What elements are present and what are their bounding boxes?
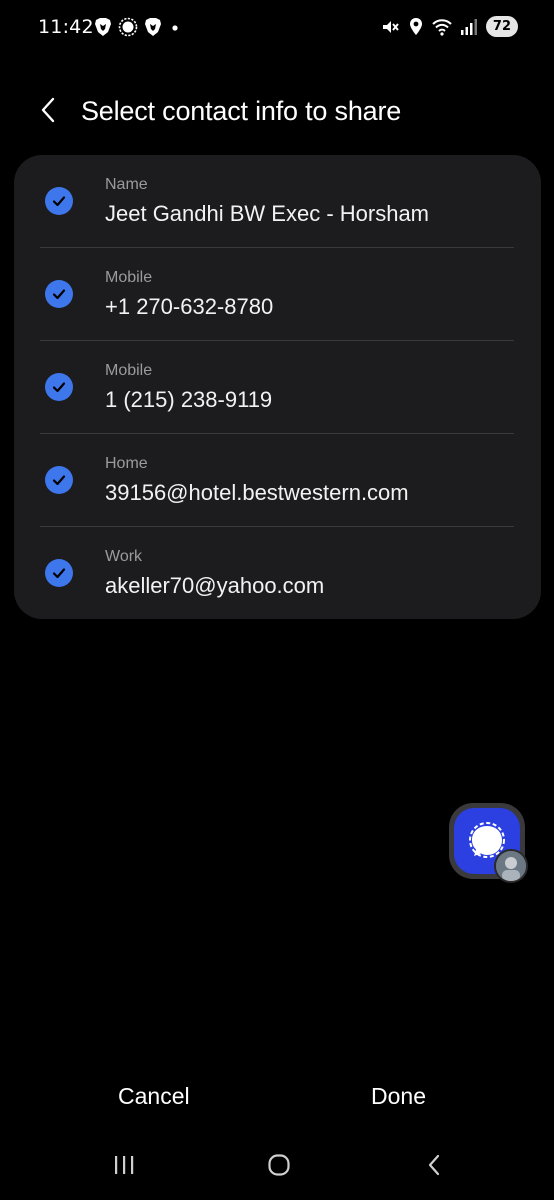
recents-icon [112, 1154, 136, 1180]
contact-field-row[interactable]: Work akeller70@yahoo.com [14, 527, 541, 619]
contact-field-row[interactable]: Mobile 1 (215) 238-9119 [14, 341, 541, 434]
brave-icon [94, 17, 112, 37]
checkbox-checked-icon[interactable] [45, 280, 73, 308]
back-arrow-icon [426, 1153, 442, 1181]
field-value: +1 270-632-8780 [105, 294, 274, 319]
field-value: akeller70@yahoo.com [105, 573, 325, 598]
field-label: Mobile [105, 269, 153, 286]
location-icon [408, 17, 424, 37]
field-value: 1 (215) 238-9119 [105, 387, 273, 412]
field-value: 39156@hotel.bestwestern.com [105, 480, 409, 505]
field-label: Home [105, 455, 148, 472]
contact-field-row[interactable]: Home 39156@hotel.bestwestern.com [14, 434, 541, 527]
done-button[interactable]: Done [371, 1083, 426, 1110]
back-button[interactable] [30, 94, 66, 130]
header: Select contact info to share [0, 84, 554, 140]
cancel-button[interactable]: Cancel [118, 1083, 190, 1110]
bottom-actions: Cancel Done [0, 1075, 554, 1123]
checkbox-checked-icon[interactable] [45, 373, 73, 401]
contact-info-list: Name Jeet Gandhi BW Exec - Horsham Mobil… [14, 155, 541, 619]
contact-field-text: Name Jeet Gandhi BW Exec - Horsham [105, 175, 429, 229]
avatar [494, 849, 528, 883]
checkbox-checked-icon[interactable] [45, 559, 73, 587]
contact-field-row[interactable]: Mobile +1 270-632-8780 [14, 248, 541, 341]
contact-field-row[interactable]: Name Jeet Gandhi BW Exec - Horsham [14, 155, 541, 248]
field-label: Mobile [105, 362, 153, 379]
status-system-icons: 72 [380, 16, 518, 37]
contact-field-text: Home 39156@hotel.bestwestern.com [105, 454, 409, 508]
recents-button[interactable] [104, 1152, 144, 1182]
brave-icon [144, 17, 162, 37]
wifi-icon [432, 18, 452, 36]
signal-app-icon [118, 17, 138, 37]
home-icon [267, 1153, 291, 1181]
status-bar: 11:42 72 [0, 0, 554, 58]
contact-field-text: Mobile +1 270-632-8780 [105, 268, 273, 322]
navigation-bar [0, 1142, 554, 1192]
battery-indicator: 72 [485, 16, 518, 37]
cell-signal-icon [460, 18, 478, 36]
field-label: Name [105, 176, 148, 193]
checkbox-checked-icon[interactable] [45, 187, 73, 215]
home-button[interactable] [259, 1152, 299, 1182]
chevron-left-icon [39, 96, 57, 128]
nav-back-button[interactable] [414, 1152, 454, 1182]
dot-icon [168, 17, 182, 37]
page-title: Select contact info to share [81, 96, 402, 126]
checkbox-checked-icon[interactable] [45, 466, 73, 494]
contact-field-text: Work akeller70@yahoo.com [105, 547, 324, 601]
field-label: Work [105, 548, 143, 565]
field-value: Jeet Gandhi BW Exec - Horsham [105, 201, 430, 226]
contact-field-text: Mobile 1 (215) 238-9119 [105, 361, 272, 415]
status-time: 11:42 [38, 16, 94, 38]
mute-icon [380, 17, 400, 37]
status-notification-icons [94, 17, 182, 37]
